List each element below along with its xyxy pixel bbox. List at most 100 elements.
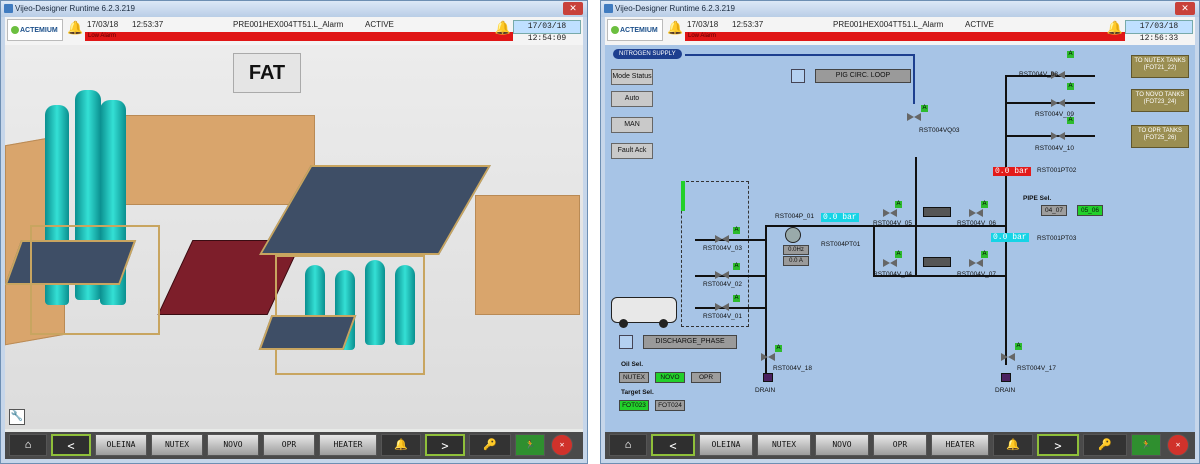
- auto-badge: A: [895, 201, 902, 208]
- prev-page-button[interactable]: <: [651, 434, 695, 456]
- valve[interactable]: [761, 351, 775, 361]
- valve-label: RST004V_07: [957, 271, 997, 278]
- pipe-sel-05-06[interactable]: 05_06: [1077, 205, 1103, 216]
- nav-nutex-button[interactable]: NUTEX: [151, 434, 203, 456]
- actemium-logo: ACTEMIUM: [7, 19, 63, 41]
- oil-nutex-button[interactable]: NUTEX: [619, 372, 649, 383]
- discharge-phase-checkbox[interactable]: [619, 335, 633, 349]
- close-window-button[interactable]: ✕: [563, 2, 583, 15]
- alarm-bell-icon[interactable]: 🔔: [993, 434, 1033, 456]
- manual-button[interactable]: MAN: [611, 117, 653, 133]
- fault-ack-button[interactable]: Fault Ack: [611, 143, 653, 159]
- close-window-button[interactable]: ✕: [1175, 2, 1195, 15]
- system-clock: 17/03/18 12:56:33: [1125, 20, 1193, 43]
- destination-opr[interactable]: TO OPR TANKS (FOT25_26): [1131, 125, 1189, 148]
- valve[interactable]: [1001, 351, 1015, 361]
- pump-icon[interactable]: [785, 227, 801, 243]
- auto-button[interactable]: Auto: [611, 91, 653, 107]
- exit-icon[interactable]: 🏃: [1131, 434, 1161, 456]
- valve-label: RST004VQ03: [919, 127, 960, 134]
- nav-opr-button[interactable]: OPR: [873, 434, 927, 456]
- valve-label: RST004V_05: [873, 220, 913, 227]
- valve[interactable]: [715, 233, 729, 243]
- alarm-bell-icon[interactable]: 🔔: [667, 20, 683, 38]
- pig-loop-label[interactable]: PIG CIRC. LOOP: [815, 69, 911, 83]
- pipe-sel-04-07[interactable]: 04_07: [1041, 205, 1067, 216]
- home-icon[interactable]: ⌂: [609, 434, 647, 456]
- nav-novo-button[interactable]: NOVO: [207, 434, 259, 456]
- valve[interactable]: [883, 257, 897, 267]
- key-icon[interactable]: 🔑: [1083, 434, 1127, 456]
- valve[interactable]: [969, 207, 983, 217]
- auto-badge: A: [981, 251, 988, 258]
- discharge-phase-label[interactable]: DISCHARGE_PHASE: [643, 335, 737, 349]
- home-icon[interactable]: ⌂: [9, 434, 47, 456]
- nav-heater-button[interactable]: HEATER: [319, 434, 377, 456]
- actemium-logo: ACTEMIUM: [607, 19, 663, 41]
- wall-back: [125, 115, 315, 205]
- exit-icon[interactable]: 🏃: [515, 434, 545, 456]
- navigation-bar: ⌂ < OLEINA NUTEX NOVO OPR HEATER 🔔 > 🔑 🏃…: [605, 432, 1195, 459]
- valve[interactable]: [1051, 97, 1065, 107]
- pipe: [695, 307, 765, 309]
- oil-opr-button[interactable]: OPR: [691, 372, 721, 383]
- nav-opr-button[interactable]: OPR: [263, 434, 315, 456]
- alarm-banner[interactable]: Low Alarm: [685, 32, 1125, 41]
- prev-page-button[interactable]: <: [51, 434, 91, 456]
- valve[interactable]: [883, 207, 897, 217]
- system-clock: 17/03/18 12:54:09: [513, 20, 581, 43]
- alarm-ack-icon[interactable]: 🔔: [1107, 20, 1123, 36]
- next-page-button[interactable]: >: [1037, 434, 1079, 456]
- nav-oleina-button[interactable]: OLEINA: [699, 434, 753, 456]
- pipe: [873, 225, 875, 277]
- pig-loop-checkbox[interactable]: [791, 69, 805, 83]
- valve-label: RST004V_10: [1035, 145, 1075, 152]
- next-page-button[interactable]: >: [425, 434, 465, 456]
- target-fot024-button[interactable]: FOT024: [655, 400, 685, 411]
- pipe: [1005, 75, 1007, 365]
- close-icon[interactable]: ✕: [1167, 434, 1189, 456]
- target-fot023-button[interactable]: FOT023: [619, 400, 649, 411]
- valve[interactable]: [1051, 130, 1065, 140]
- close-icon[interactable]: ✕: [551, 434, 573, 456]
- process-tank: [365, 260, 385, 345]
- valve[interactable]: [969, 257, 983, 267]
- alarm-banner[interactable]: Low Alarm: [85, 32, 513, 41]
- destination-novo[interactable]: TO NOVO TANKS (FOT23_24): [1131, 89, 1189, 112]
- valve-label: RST004V_01: [703, 313, 743, 320]
- pipe: [1005, 135, 1095, 137]
- auto-badge: A: [733, 295, 740, 302]
- nav-heater-button[interactable]: HEATER: [931, 434, 989, 456]
- valve[interactable]: [715, 269, 729, 279]
- pig-launcher: [923, 207, 951, 217]
- valve-label: RST004V_02: [703, 281, 743, 288]
- valve[interactable]: [715, 301, 729, 311]
- app-icon: [4, 4, 13, 13]
- wrench-icon[interactable]: 🔧: [9, 409, 25, 425]
- alarm-bell-icon[interactable]: 🔔: [67, 20, 83, 38]
- valve-label: RST004V_18: [773, 365, 813, 372]
- valve[interactable]: [907, 111, 921, 121]
- nav-nutex-button[interactable]: NUTEX: [757, 434, 811, 456]
- auto-badge: A: [1067, 117, 1074, 124]
- window-title: Vijeo-Designer Runtime 6.2.3.219: [615, 4, 735, 13]
- nav-novo-button[interactable]: NOVO: [815, 434, 869, 456]
- pressure-pt02: 0.0 bar: [993, 167, 1031, 176]
- plant-3d-view: [5, 45, 583, 429]
- nav-oleina-button[interactable]: OLEINA: [95, 434, 147, 456]
- destination-nutex[interactable]: TO NUTEX TANKS (FOT21_22): [1131, 55, 1189, 78]
- auto-badge: A: [921, 105, 928, 112]
- mode-status-button[interactable]: Mode Status: [611, 69, 653, 85]
- pipe: [695, 239, 765, 241]
- pump-frequency: 0.0Hz: [783, 245, 809, 255]
- pump-tag: RST004P_01: [775, 213, 815, 220]
- key-icon[interactable]: 🔑: [469, 434, 511, 456]
- pt03-tag: RST001PT03: [1037, 235, 1077, 242]
- alarm-bell-icon[interactable]: 🔔: [381, 434, 421, 456]
- platform-front: [258, 315, 357, 350]
- drain-label: DRAIN: [995, 387, 1016, 394]
- window-title: Vijeo-Designer Runtime 6.2.3.219: [15, 4, 135, 13]
- alarm-ack-icon[interactable]: 🔔: [495, 20, 511, 36]
- oil-novo-button[interactable]: NOVO: [655, 372, 685, 383]
- truck-wheel: [659, 319, 668, 328]
